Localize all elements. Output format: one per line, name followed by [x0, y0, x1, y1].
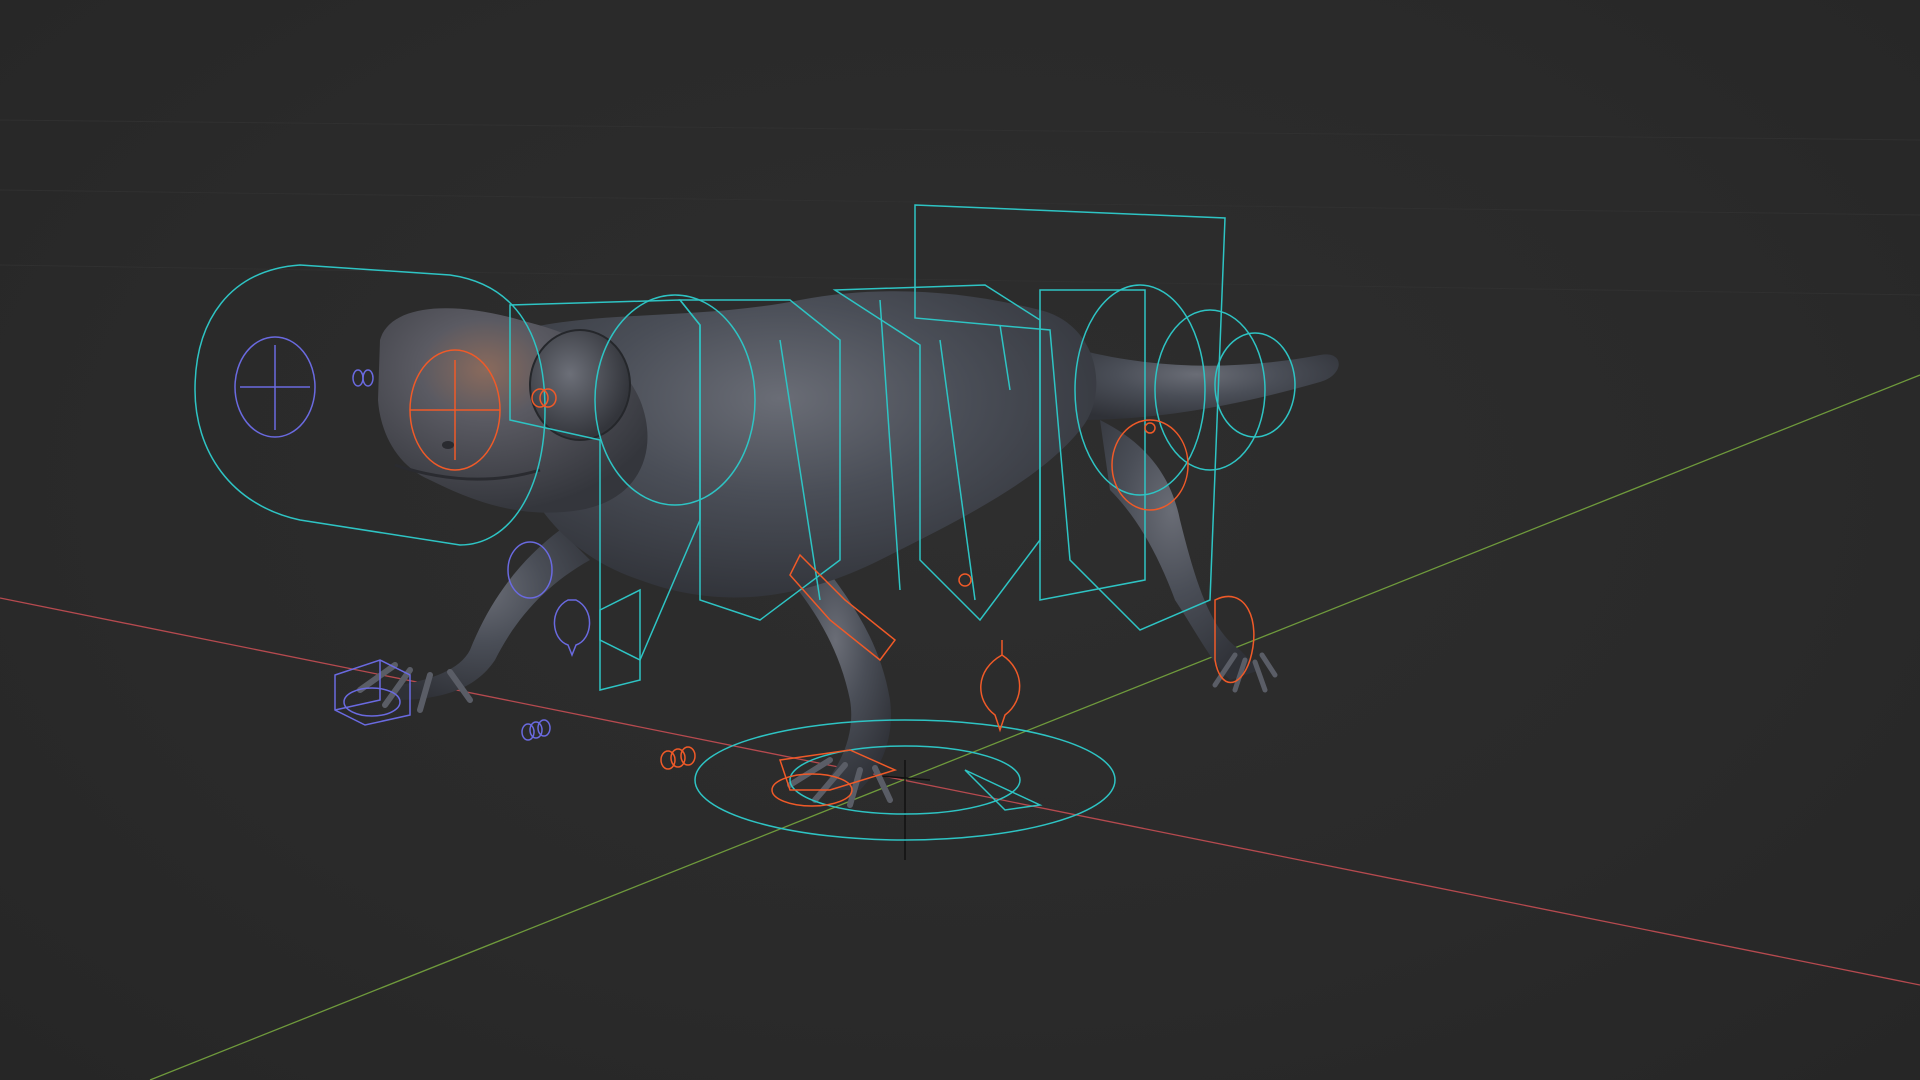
tail-mesh	[1080, 350, 1339, 420]
rear-right-leg-mesh	[1100, 420, 1260, 680]
origin-cross-icon	[879, 760, 931, 860]
3d-viewport[interactable]	[0, 0, 1920, 1080]
x-axis-line	[0, 597, 1920, 986]
pole-vector[interactable]	[980, 640, 1021, 733]
front-leg-box[interactable]	[599, 588, 641, 691]
root-arrow	[964, 769, 1043, 811]
front-pole-vector[interactable]	[553, 599, 591, 658]
front-left-leg-mesh	[395, 530, 590, 700]
nostril	[442, 441, 454, 449]
viewport-scene[interactable]	[0, 0, 1920, 1080]
salamander-mesh[interactable]	[357, 291, 1339, 808]
y-axis-line	[149, 374, 1920, 1080]
